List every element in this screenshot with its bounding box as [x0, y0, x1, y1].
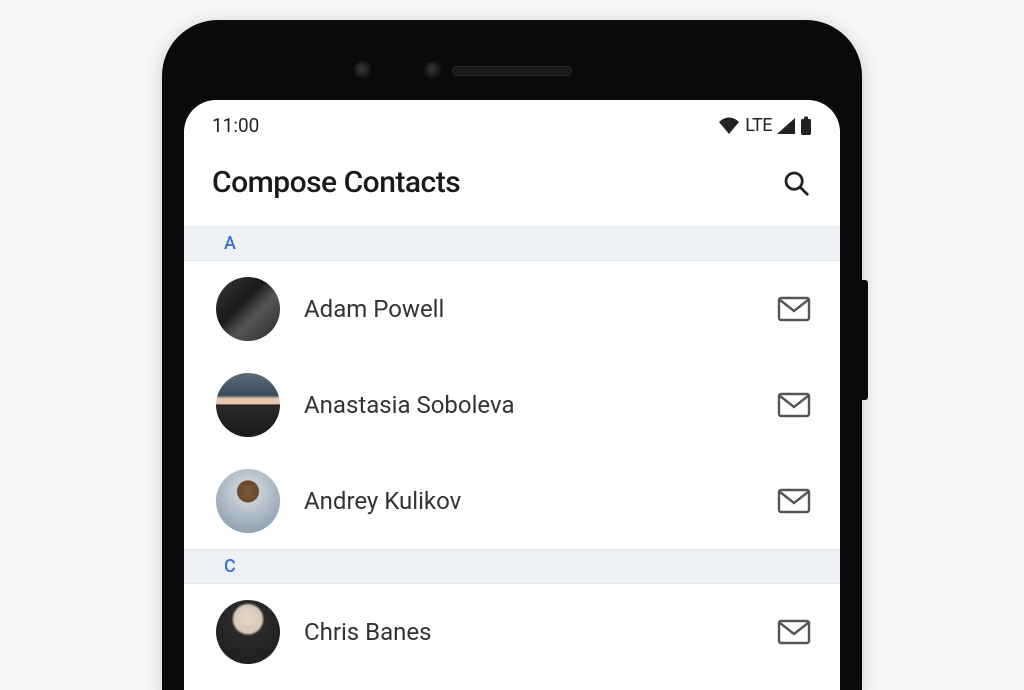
mail-icon	[777, 619, 811, 645]
phone-top-bezel	[184, 42, 840, 100]
earpiece-speaker	[452, 66, 572, 76]
status-bar: 11:00 LTE	[184, 100, 840, 145]
search-icon	[781, 168, 811, 198]
contact-name: Anastasia Soboleva	[304, 391, 752, 419]
phone-screen: 11:00 LTE Compose Contacts AAdam PowellA…	[184, 100, 840, 690]
contact-name: Adam Powell	[304, 295, 752, 323]
phone-side-button	[862, 280, 868, 400]
contact-avatar	[216, 277, 280, 341]
mail-button[interactable]	[776, 291, 812, 327]
mail-button[interactable]	[776, 614, 812, 650]
contact-avatar	[216, 600, 280, 664]
contact-row[interactable]: Andrey Kulikov	[184, 453, 840, 549]
contact-avatar	[216, 469, 280, 533]
contact-row[interactable]: Adam Powell	[184, 261, 840, 357]
phone-frame: 11:00 LTE Compose Contacts AAdam PowellA…	[162, 20, 862, 690]
app-bar: Compose Contacts	[184, 145, 840, 226]
contact-row[interactable]: Anastasia Soboleva	[184, 357, 840, 453]
contact-name: Andrey Kulikov	[304, 487, 752, 515]
mail-button[interactable]	[776, 387, 812, 423]
section-header-c: C	[184, 549, 840, 584]
network-label: LTE	[745, 115, 772, 136]
contact-name: Chris Banes	[304, 618, 752, 646]
section-header-a: A	[184, 226, 840, 261]
mail-icon	[777, 392, 811, 418]
contacts-list[interactable]: A Adam Powell Anastasia Soboleva Andrey Kul…	[184, 226, 840, 680]
app-title: Compose Contacts	[212, 165, 460, 200]
status-indicators: LTE	[717, 115, 812, 136]
wifi-icon	[717, 116, 741, 136]
search-button[interactable]	[780, 167, 812, 199]
status-time: 11:00	[212, 114, 259, 137]
mail-button[interactable]	[776, 483, 812, 519]
mail-icon	[777, 296, 811, 322]
cellular-signal-icon	[776, 117, 796, 135]
contact-avatar	[216, 373, 280, 437]
battery-icon	[800, 116, 812, 136]
contact-row[interactable]: Chris Banes	[184, 584, 840, 680]
mail-icon	[777, 488, 811, 514]
front-camera-sensor	[354, 61, 374, 81]
front-camera-lens	[424, 61, 444, 81]
